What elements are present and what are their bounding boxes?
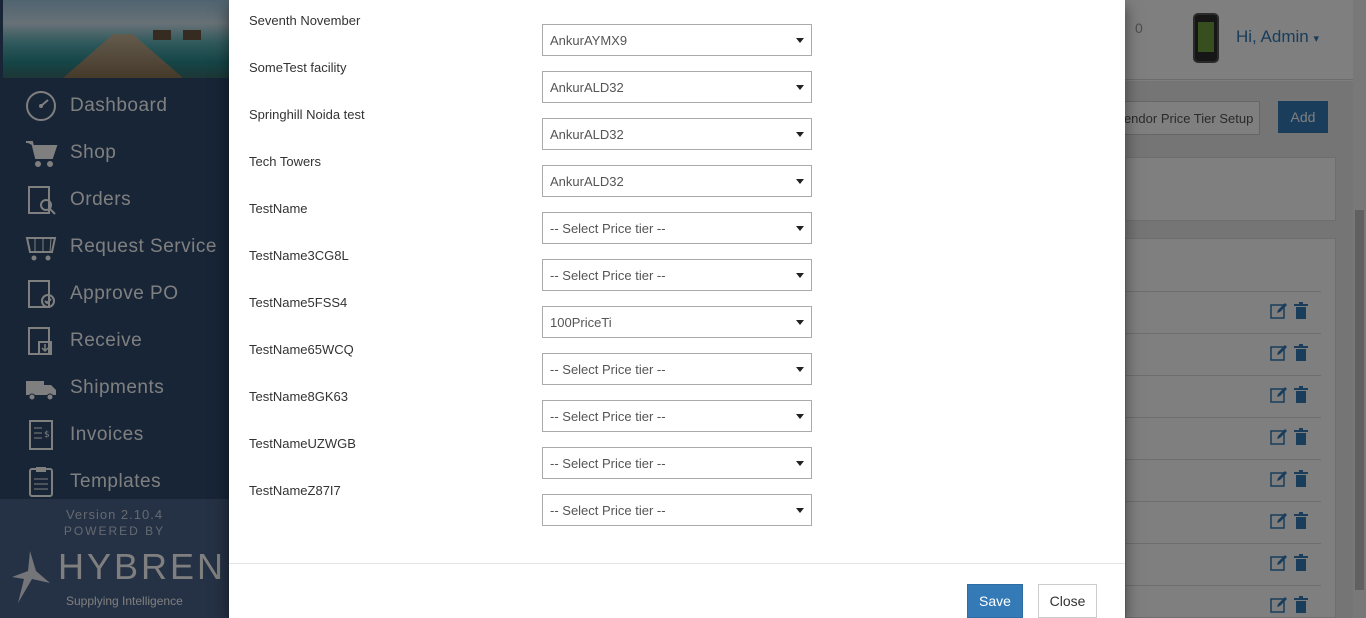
price-tier-select[interactable]: -- Select Price tier -- — [542, 400, 812, 432]
select-value: -- Select Price tier -- — [550, 409, 666, 424]
facility-label: TestName3CG8L — [249, 248, 349, 263]
modal-footer: Save Close — [229, 563, 1125, 618]
caret-down-icon — [796, 226, 804, 231]
facility-label: TestNameZ87I7 — [249, 483, 341, 498]
price-tier-modal: Seventh November AnkurAYMX9 SomeTest fac… — [229, 0, 1125, 618]
price-tier-select[interactable]: AnkurALD32 — [542, 165, 812, 197]
facility-label: TestNameUZWGB — [249, 436, 356, 451]
facility-row: TestName8GK63 -- Select Price tier -- — [249, 389, 819, 436]
caret-down-icon — [796, 85, 804, 90]
price-tier-select[interactable]: -- Select Price tier -- — [542, 259, 812, 291]
select-value: AnkurALD32 — [550, 80, 624, 95]
modal-body: Seventh November AnkurAYMX9 SomeTest fac… — [229, 0, 1125, 563]
select-value: -- Select Price tier -- — [550, 503, 666, 518]
facility-row: Springhill Noida test AnkurALD32 — [249, 107, 819, 154]
select-value: 100PriceTi — [550, 315, 612, 330]
price-tier-select[interactable]: -- Select Price tier -- — [542, 494, 812, 526]
facility-label: TestName5FSS4 — [249, 295, 348, 310]
facility-label: TestName65WCQ — [249, 342, 354, 357]
caret-down-icon — [796, 38, 804, 43]
select-value: AnkurALD32 — [550, 174, 624, 189]
select-value: -- Select Price tier -- — [550, 268, 666, 283]
select-value: -- Select Price tier -- — [550, 221, 666, 236]
caret-down-icon — [796, 320, 804, 325]
facility-row: TestName65WCQ -- Select Price tier -- — [249, 342, 819, 389]
facility-row: TestNameUZWGB -- Select Price tier -- — [249, 436, 819, 483]
facility-row: SomeTest facility AnkurALD32 — [249, 60, 819, 107]
facility-label: TestName — [249, 201, 308, 216]
caret-down-icon — [796, 273, 804, 278]
price-tier-select[interactable]: -- Select Price tier -- — [542, 212, 812, 244]
facility-label: SomeTest facility — [249, 60, 347, 75]
select-value: -- Select Price tier -- — [550, 456, 666, 471]
facility-label: Springhill Noida test — [249, 107, 365, 122]
save-button[interactable]: Save — [967, 584, 1023, 618]
caret-down-icon — [796, 508, 804, 513]
caret-down-icon — [796, 414, 804, 419]
select-value: -- Select Price tier -- — [550, 362, 666, 377]
facility-row: TestNameZ87I7 -- Select Price tier -- — [249, 483, 819, 530]
price-tier-select[interactable]: AnkurALD32 — [542, 71, 812, 103]
caret-down-icon — [796, 132, 804, 137]
facility-row: TestName5FSS4 100PriceTi — [249, 295, 819, 342]
facility-row: Tech Towers AnkurALD32 — [249, 154, 819, 201]
price-tier-select[interactable]: -- Select Price tier -- — [542, 353, 812, 385]
price-tier-select[interactable]: -- Select Price tier -- — [542, 447, 812, 479]
price-tier-select[interactable]: AnkurAYMX9 — [542, 24, 812, 56]
select-value: AnkurAYMX9 — [550, 33, 628, 48]
price-tier-select[interactable]: AnkurALD32 — [542, 118, 812, 150]
facility-label: TestName8GK63 — [249, 389, 348, 404]
facility-row: TestName -- Select Price tier -- — [249, 201, 819, 248]
caret-down-icon — [796, 461, 804, 466]
facility-row: Seventh November AnkurAYMX9 — [249, 13, 819, 60]
facility-row: TestName3CG8L -- Select Price tier -- — [249, 248, 819, 295]
caret-down-icon — [796, 367, 804, 372]
facility-label: Seventh November — [249, 13, 361, 28]
facility-label: Tech Towers — [249, 154, 322, 169]
close-button[interactable]: Close — [1038, 584, 1097, 618]
price-tier-select[interactable]: 100PriceTi — [542, 306, 812, 338]
caret-down-icon — [796, 179, 804, 184]
select-value: AnkurALD32 — [550, 127, 624, 142]
